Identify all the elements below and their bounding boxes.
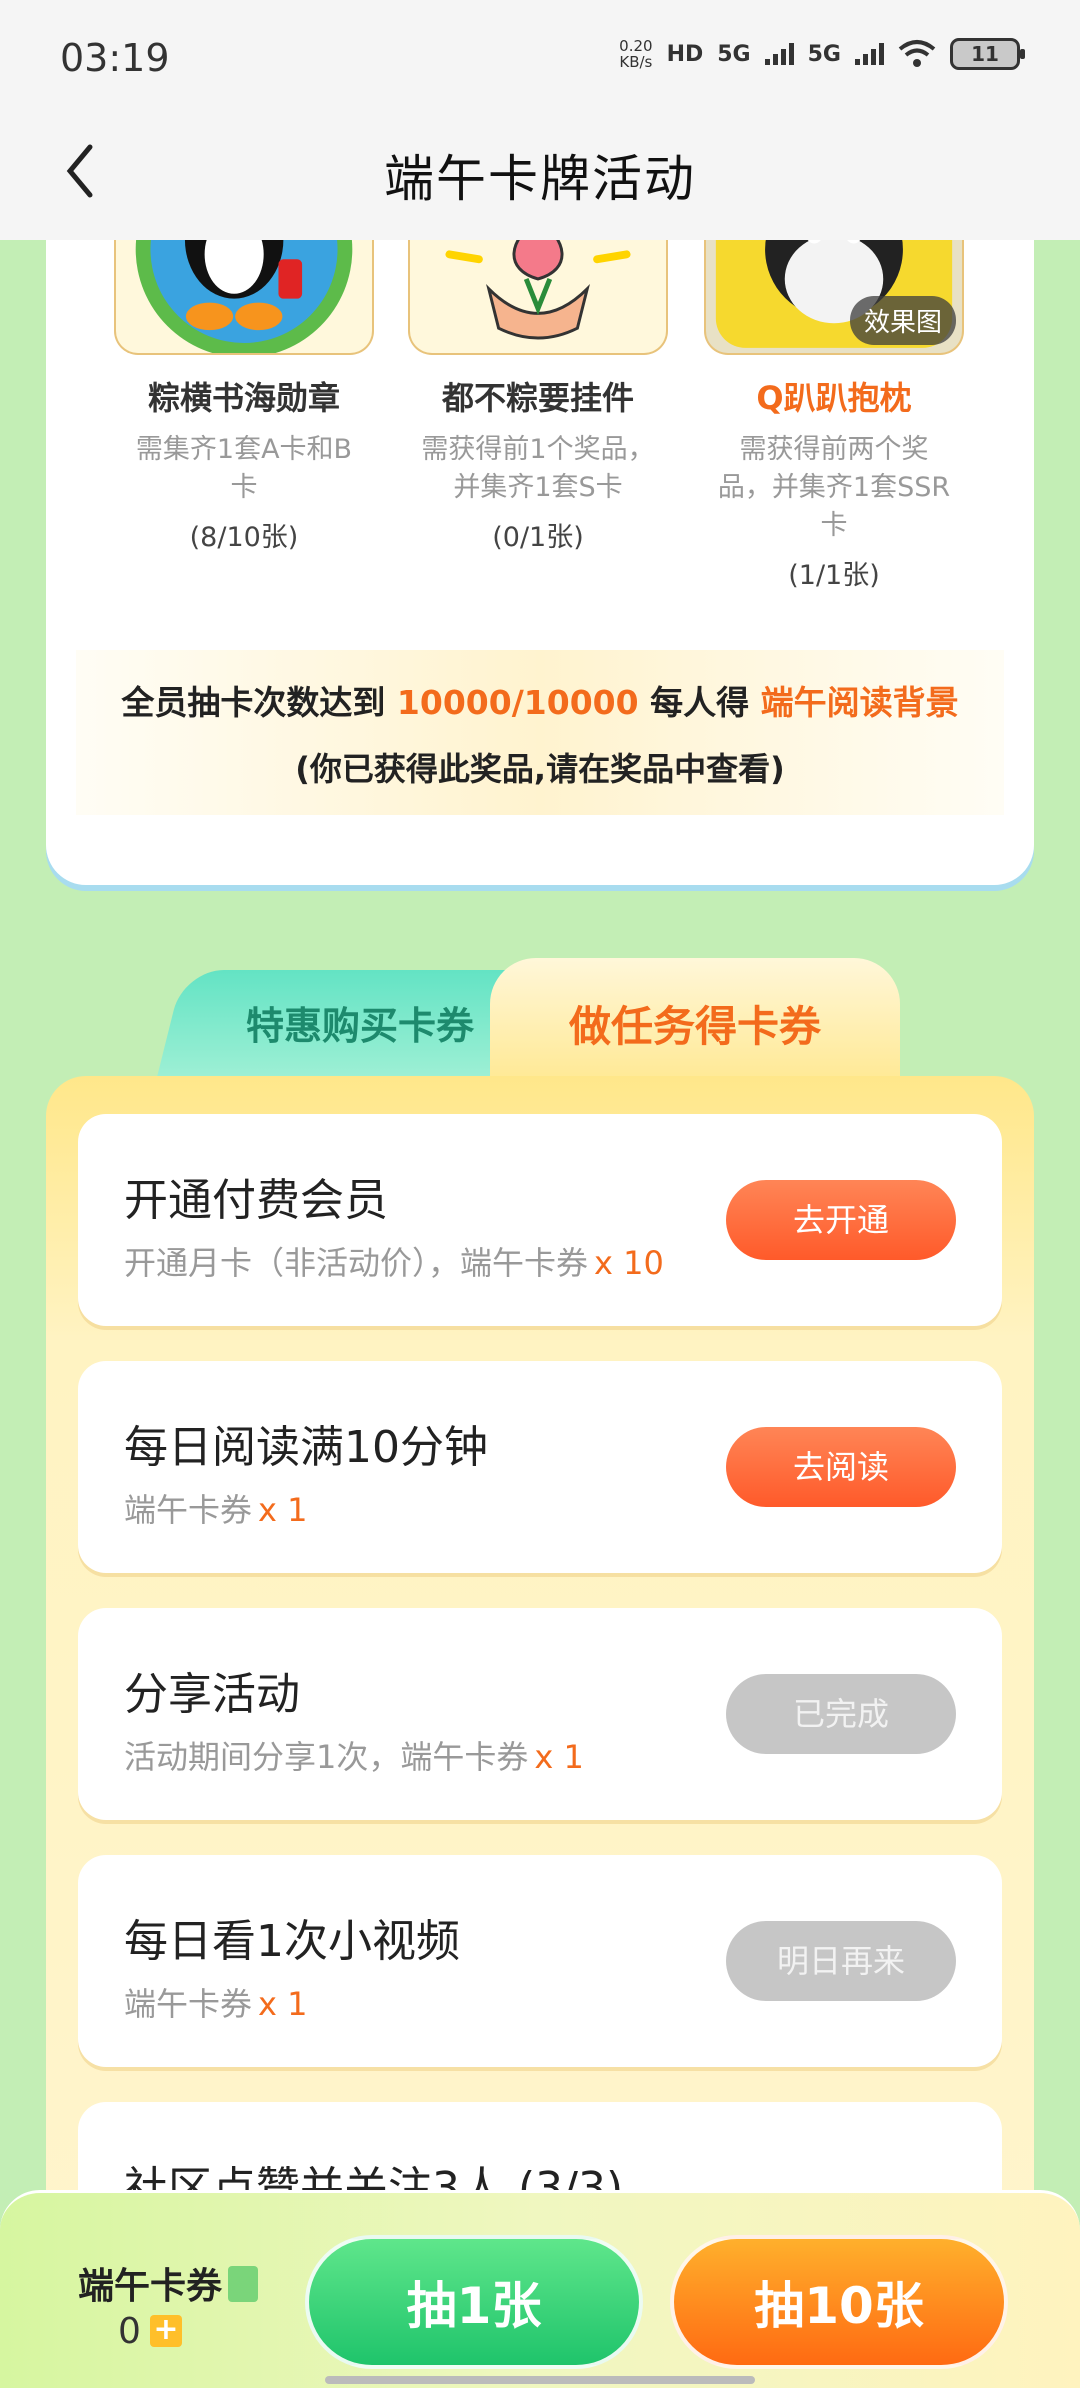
task-item: 开通付费会员 开通月卡（非活动价），端午卡券 x 10 去开通 (78, 1114, 1002, 1326)
status-bar: 03:19 0.20 KB/s HD 5G 5G 11 (0, 0, 1080, 115)
reward-card: 粽横书海勋章 需集齐1套A卡和B卡 (8/10张) 都不粽要挂件 需获得前1个奖… (46, 200, 1034, 885)
sim2-5g-label: 5G (807, 41, 841, 67)
go-read-button[interactable]: 去阅读 (726, 1427, 956, 1507)
status-icons: 0.20 KB/s HD 5G 5G 11 (619, 37, 1025, 71)
sim1-5g-label: 5G (717, 41, 751, 67)
nav-header: 端午卡牌活动 (0, 115, 1080, 240)
task-item: 每日看1次小视频 端午卡券 x 1 明日再来 (78, 1855, 1002, 2067)
signal-icon (855, 43, 884, 65)
come-back-tomorrow-button[interactable]: 明日再来 (726, 1921, 956, 2001)
prize-item[interactable]: 效果图 Q趴趴抱枕 需获得前两个奖品，并集齐1套SSR卡 (1/1张) (704, 200, 964, 592)
open-membership-button[interactable]: 去开通 (726, 1180, 956, 1260)
ticket-icon (228, 2266, 259, 2302)
bottom-draw-bar: 端午卡券 0 + 抽1张 抽10张 (0, 2190, 1080, 2388)
signal-icon (764, 43, 794, 65)
effect-badge: 效果图 (849, 296, 956, 345)
voucher-label: 端午卡券 (78, 2257, 259, 2309)
prize-item[interactable]: 粽横书海勋章 需集齐1套A卡和B卡 (8/10张) (114, 200, 374, 554)
net-speed: 0.20 KB/s (619, 37, 653, 71)
completed-button[interactable]: 已完成 (726, 1674, 956, 1754)
draw-one-button[interactable]: 抽1张 (305, 2235, 643, 2369)
battery-icon: 11 (950, 38, 1025, 70)
voucher-count: 0 (118, 2311, 141, 2352)
page-title: 端午卡牌活动 (384, 150, 696, 208)
draw-ten-button[interactable]: 抽10张 (670, 2235, 1008, 2369)
wifi-icon (898, 40, 936, 67)
home-indicator[interactable] (325, 2376, 755, 2384)
milestone-progress: 10000/10000 (396, 683, 639, 722)
task-item: 分享活动 活动期间分享1次，端午卡券 x 1 已完成 (78, 1608, 1002, 1820)
clock: 03:19 (60, 36, 170, 80)
hd-icon: HD (666, 41, 704, 67)
task-item: 每日阅读满10分钟 端午卡券 x 1 去阅读 (78, 1361, 1002, 1573)
plus-icon[interactable]: + (150, 2315, 182, 2347)
milestone-banner: 全员抽卡次数达到 10000/10000 每人得 端午阅读背景 (你已获得此奖品… (76, 650, 1004, 815)
tab-task-voucher-label[interactable]: 做任务得卡券 (490, 993, 900, 1054)
prize-item[interactable]: 都不粽要挂件 需获得前1个奖品，并集齐1套S卡 (0/1张) (408, 200, 668, 554)
milestone-reward: 端午阅读背景 (760, 683, 959, 722)
